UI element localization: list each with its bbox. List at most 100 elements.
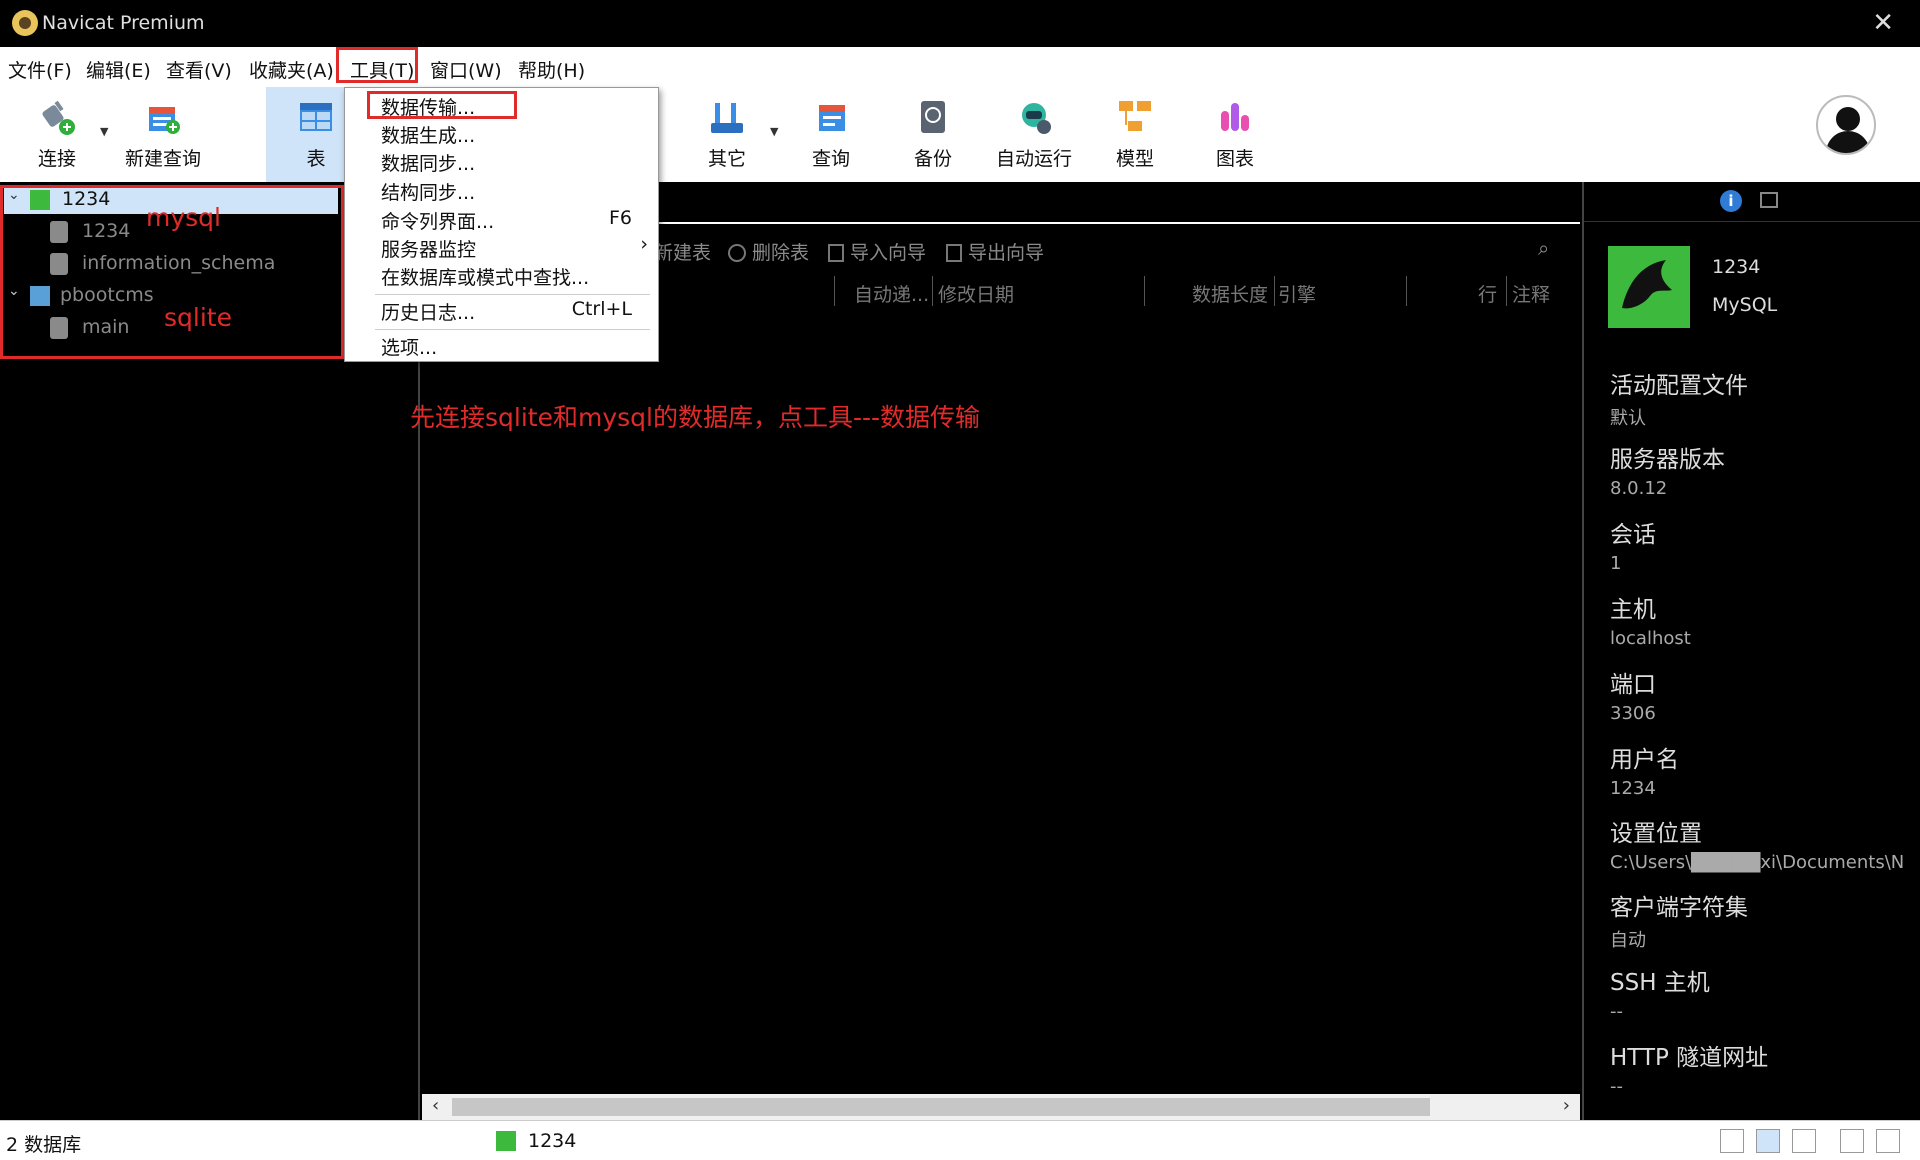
status-connection-name: 1234 xyxy=(528,1130,577,1152)
import-wizard-button[interactable]: 导入向导 xyxy=(828,238,926,265)
user-avatar-icon[interactable] xyxy=(1816,95,1876,155)
import-icon xyxy=(828,244,844,262)
column-separator xyxy=(1144,276,1145,306)
menu-item-data-sync[interactable]: 数据同步... xyxy=(381,149,475,176)
table-icon xyxy=(300,103,332,131)
toggle-info-pane-icon[interactable] xyxy=(1876,1129,1900,1153)
menu-file[interactable]: 文件(F) xyxy=(8,56,72,83)
robot-icon xyxy=(1022,103,1051,134)
instruction-annotation: 先连接sqlite和mysql的数据库，点工具---数据传输 xyxy=(410,403,981,432)
console-shortcut: F6 xyxy=(608,207,632,229)
column-separator xyxy=(1406,276,1407,306)
er-diagram-view-icon[interactable] xyxy=(1792,1129,1816,1153)
property-key: 端口 xyxy=(1610,672,1656,698)
info-icon[interactable]: i xyxy=(1720,190,1742,212)
menu-item-history-log[interactable]: 历史日志... xyxy=(381,298,475,325)
column-header-data-length[interactable]: 数据长度 xyxy=(1192,280,1268,307)
property-key: SSH 主机 xyxy=(1610,970,1710,996)
toolbar-connect-label: 连接 xyxy=(37,148,76,170)
menu-item-console[interactable]: 命令列界面... xyxy=(381,207,494,234)
ddl-icon[interactable] xyxy=(1760,192,1778,208)
info-property: 服务器版本 8.0.12 xyxy=(1610,440,1910,499)
column-header-rows[interactable]: 行 xyxy=(1478,280,1497,307)
property-value: -- xyxy=(1610,1076,1623,1097)
list-view-icon[interactable] xyxy=(1720,1129,1744,1153)
export-wizard-button[interactable]: 导出向导 xyxy=(946,238,1044,265)
delete-table-label: 删除表 xyxy=(752,242,810,264)
search-icon[interactable]: ⌕ xyxy=(1538,236,1549,260)
connection-name: 1234 xyxy=(1712,256,1761,278)
menu-item-options[interactable]: 选项... xyxy=(381,333,437,360)
column-separator xyxy=(932,276,933,306)
window-title: Navicat Premium xyxy=(42,12,205,34)
menu-view[interactable]: 查看(V) xyxy=(166,56,232,83)
column-header-comment[interactable]: 注释 xyxy=(1512,280,1550,307)
info-property: 活动配置文件 默认 xyxy=(1610,366,1910,430)
other-tools-icon xyxy=(711,103,743,133)
property-value: 自动 xyxy=(1610,930,1646,951)
info-property: 端口 3306 xyxy=(1610,665,1910,724)
column-header-engine[interactable]: 引擎 xyxy=(1278,280,1316,307)
menu-help[interactable]: 帮助(H) xyxy=(518,56,585,83)
menu-favorites[interactable]: 收藏夹(A) xyxy=(249,56,334,83)
toolbar-query-button[interactable]: 查询 xyxy=(796,87,866,182)
toolbar-chart-button[interactable]: 图表 xyxy=(1200,87,1270,182)
menu-item-server-monitor[interactable]: 服务器监控 xyxy=(381,235,476,262)
menu-edit[interactable]: 编辑(E) xyxy=(86,56,151,83)
toolbar-other-button[interactable]: 其它 xyxy=(692,87,762,182)
scroll-right-icon[interactable]: › xyxy=(1563,1095,1570,1116)
scroll-left-icon[interactable]: ‹ xyxy=(432,1095,439,1116)
model-icon xyxy=(1119,101,1151,131)
toolbar-automation-button[interactable]: 自动运行 xyxy=(988,87,1080,182)
menu-item-data-generation[interactable]: 数据生成... xyxy=(381,121,475,148)
menu-item-structure-sync[interactable]: 结构同步... xyxy=(381,178,475,205)
menu-item-data-transfer[interactable]: 数据传输... xyxy=(381,93,475,120)
toolbar-backup-button[interactable]: 备份 xyxy=(898,87,968,182)
mysql-dolphin-icon xyxy=(1608,246,1690,328)
horizontal-scrollbar[interactable]: ‹ › xyxy=(422,1094,1580,1120)
sqlite-annotation: sqlite xyxy=(164,303,232,332)
scrollbar-thumb[interactable] xyxy=(452,1098,1430,1116)
column-header-auto-increment[interactable]: 自动递... xyxy=(854,280,929,307)
property-key: 客户端字符集 xyxy=(1610,895,1748,921)
other-dropdown-arrow-icon[interactable]: ▼ xyxy=(770,125,778,138)
connection-type: MySQL xyxy=(1712,294,1778,316)
toggle-nav-pane-icon[interactable] xyxy=(1840,1129,1864,1153)
delete-table-button[interactable]: 删除表 xyxy=(728,238,809,265)
property-value: 3306 xyxy=(1610,703,1656,724)
column-separator xyxy=(1274,276,1275,306)
toolbar-automation-label: 自动运行 xyxy=(995,148,1072,170)
property-key: 活动配置文件 xyxy=(1610,373,1748,399)
new-table-button[interactable]: 新建表 xyxy=(654,238,711,265)
detail-view-icon[interactable] xyxy=(1756,1129,1780,1153)
toolbar-connect-button[interactable]: 连接 xyxy=(22,87,92,182)
property-value: 8.0.12 xyxy=(1610,478,1668,499)
delete-icon xyxy=(728,244,746,262)
mysql-annotation: mysql xyxy=(146,203,221,232)
toolbar-backup-label: 备份 xyxy=(913,148,952,170)
menu-window[interactable]: 窗口(W) xyxy=(430,56,502,83)
close-icon[interactable]: ✕ xyxy=(1872,8,1894,38)
column-header-modified-date[interactable]: 修改日期 xyxy=(938,280,1014,307)
toolbar-other-label: 其它 xyxy=(707,148,746,170)
connection-plug-icon xyxy=(42,100,75,135)
toolbar-model-button[interactable]: 模型 xyxy=(1100,87,1170,182)
info-panel: i 1234 MySQL 活动配置文件 默认 服务器版本 8.0.12 会话 1… xyxy=(1582,182,1920,1120)
tools-menu-highlight xyxy=(336,47,418,83)
mysql-dolphin-icon xyxy=(496,1131,516,1151)
property-key: 会话 xyxy=(1610,522,1656,548)
toolbar-chart-label: 图表 xyxy=(1215,148,1254,170)
property-value: -- xyxy=(1610,1001,1623,1022)
toolbar-new-query-label: 新建查询 xyxy=(124,148,201,170)
menu-divider xyxy=(375,329,650,330)
history-log-shortcut: Ctrl+L xyxy=(571,298,632,320)
menu-item-find-in-database[interactable]: 在数据库或模式中查找... xyxy=(381,263,589,290)
backup-icon xyxy=(921,101,945,133)
new-query-icon xyxy=(149,107,180,134)
property-value: 1234 xyxy=(1610,778,1656,799)
info-property: 会话 1 xyxy=(1610,515,1910,574)
toolbar-new-query-button[interactable]: 新建查询 xyxy=(118,87,208,182)
connect-dropdown-arrow-icon[interactable]: ▼ xyxy=(100,125,108,138)
info-panel-tabs: i xyxy=(1584,182,1920,222)
status-bar: 2 数据库 1234 xyxy=(0,1120,1920,1160)
